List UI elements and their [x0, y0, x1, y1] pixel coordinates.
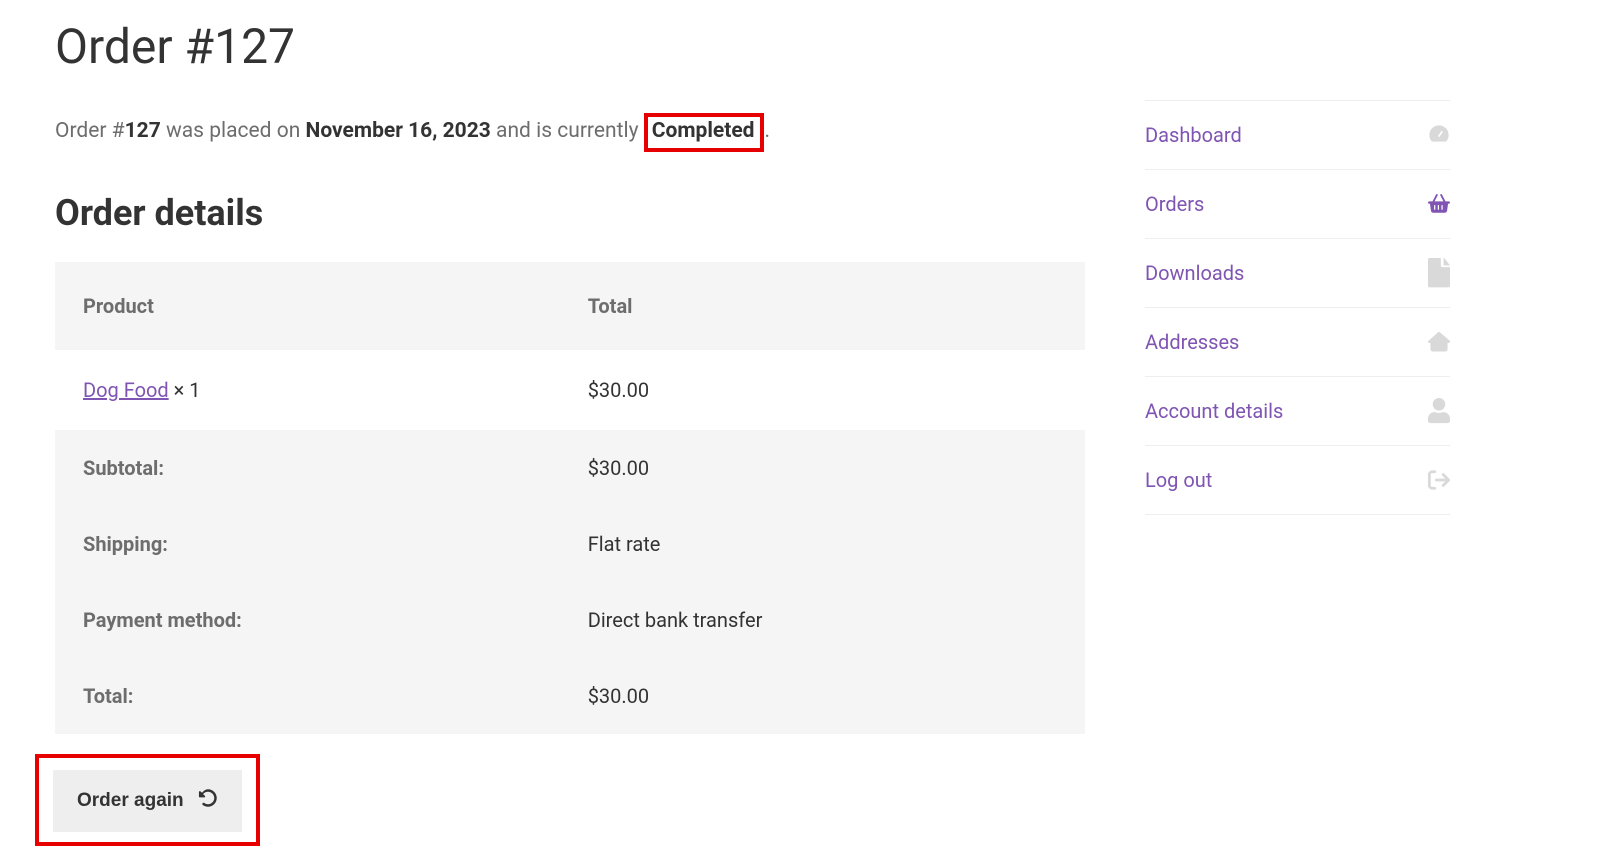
summary-placed-on: was placed on — [161, 119, 306, 143]
shipping-label: Shipping: — [55, 506, 560, 582]
sidebar-item-label: Addresses — [1145, 330, 1239, 354]
sidebar-item-label: Orders — [1145, 192, 1204, 216]
product-link[interactable]: Dog Food — [83, 378, 169, 402]
logout-icon — [1428, 469, 1450, 491]
file-icon — [1428, 262, 1450, 284]
summary-period: . — [764, 119, 770, 143]
total-label: Total: — [55, 658, 560, 734]
home-icon — [1428, 331, 1450, 353]
sidebar-item-logout[interactable]: Log out — [1145, 446, 1450, 515]
summary-date: November 16, 2023 — [306, 119, 491, 143]
col-product-header: Product — [55, 262, 560, 350]
payment-method-label: Payment method: — [55, 582, 560, 658]
refresh-icon — [198, 788, 218, 814]
shipping-value: Flat rate — [560, 506, 1085, 582]
total-row: Total: $30.00 — [55, 658, 1085, 734]
order-details-heading: Order details — [55, 192, 1085, 234]
user-icon — [1428, 400, 1450, 422]
sidebar-item-label: Account details — [1145, 399, 1283, 423]
sidebar-item-label: Dashboard — [1145, 123, 1242, 147]
order-again-button[interactable]: Order again — [53, 770, 242, 832]
order-again-label: Order again — [77, 790, 184, 812]
sidebar-item-label: Downloads — [1145, 261, 1244, 285]
account-sidebar: Dashboard Orders Downloads Addresses — [1145, 0, 1450, 846]
sidebar-item-addresses[interactable]: Addresses — [1145, 308, 1450, 377]
basket-icon — [1428, 193, 1450, 215]
subtotal-value: $30.00 — [560, 430, 1085, 506]
line-item-total: $30.00 — [560, 350, 1085, 430]
col-total-header: Total — [560, 262, 1085, 350]
dashboard-icon — [1428, 124, 1450, 146]
order-summary-text: Order #127 was placed on November 16, 20… — [55, 113, 1085, 152]
shipping-row: Shipping: Flat rate — [55, 506, 1085, 582]
sidebar-item-label: Log out — [1145, 468, 1212, 492]
summary-order-number: 127 — [125, 119, 161, 143]
sidebar-item-orders[interactable]: Orders — [1145, 170, 1450, 239]
total-value: $30.00 — [560, 658, 1085, 734]
sidebar-item-account-details[interactable]: Account details — [1145, 377, 1450, 446]
line-item-row: Dog Food × 1 $30.00 — [55, 350, 1085, 430]
summary-prefix: Order # — [55, 119, 125, 143]
summary-status: Completed — [652, 119, 755, 143]
order-details-table: Product Total Dog Food × 1 $30.00 Subtot… — [55, 262, 1085, 734]
summary-status-prefix: and is currently — [491, 119, 644, 143]
payment-method-row: Payment method: Direct bank transfer — [55, 582, 1085, 658]
payment-method-value: Direct bank transfer — [560, 582, 1085, 658]
status-highlight: Completed — [644, 113, 765, 152]
subtotal-row: Subtotal: $30.00 — [55, 430, 1085, 506]
sidebar-item-dashboard[interactable]: Dashboard — [1145, 101, 1450, 170]
page-title: Order #127 — [55, 18, 1085, 75]
subtotal-label: Subtotal: — [55, 430, 560, 506]
sidebar-item-downloads[interactable]: Downloads — [1145, 239, 1450, 308]
product-quantity: × 1 — [169, 378, 201, 402]
order-again-highlight: Order again — [35, 754, 260, 846]
